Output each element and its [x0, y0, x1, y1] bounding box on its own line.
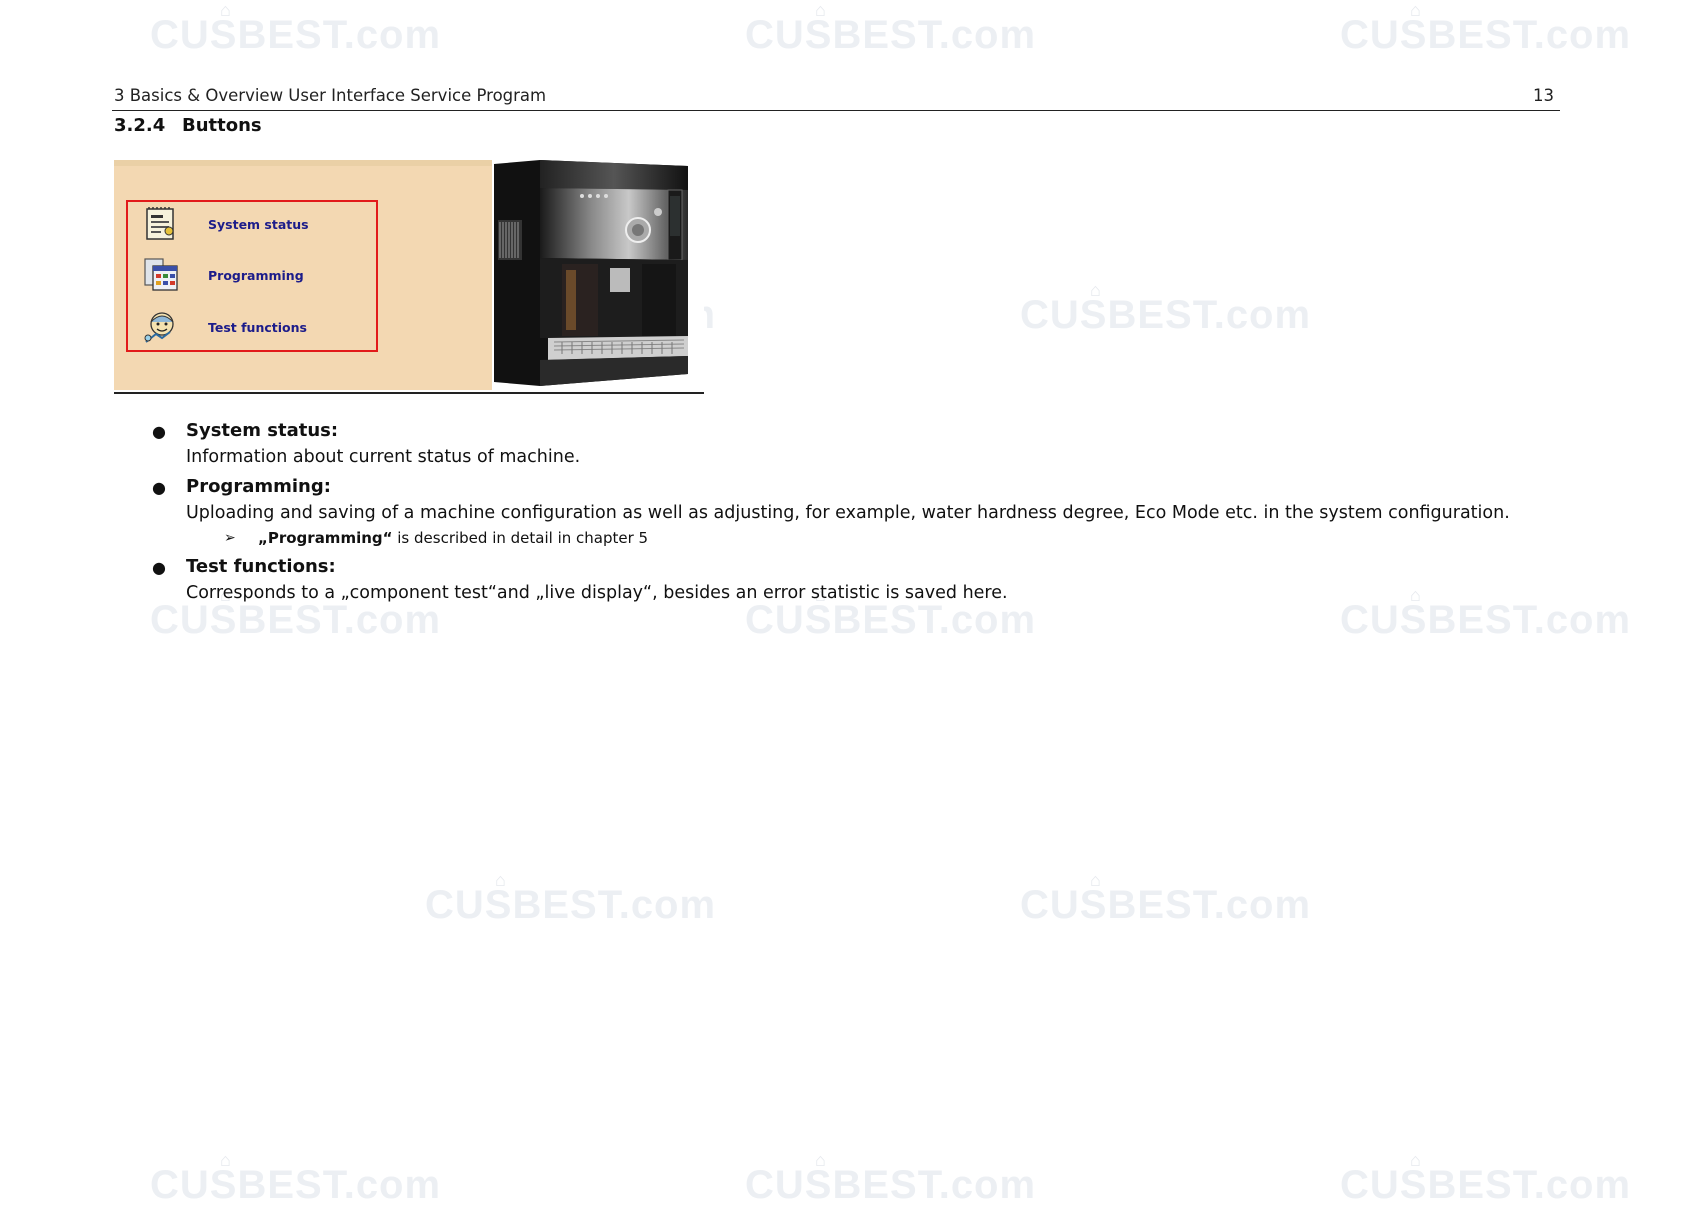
reference-text: is described in detail in chapter 5 — [392, 529, 649, 547]
arrow-bullet-icon: ➢ — [224, 530, 236, 546]
bullet-description: Information about current status of mach… — [186, 447, 581, 467]
programming-button[interactable]: Programming — [142, 256, 304, 294]
bullet-icon: ● — [152, 478, 166, 497]
watermark: ⌂CUSBEST.com — [425, 870, 717, 927]
coffee-machine-image — [492, 160, 704, 390]
bullet-term: Test functions: — [186, 556, 336, 577]
list-item: ● Programming: Uploading and saving of a… — [150, 474, 1580, 550]
watermark: ⌂CUSBEST.com — [745, 1150, 1037, 1207]
chapter-reference: „Programming“ — [258, 529, 393, 547]
bullet-term: Programming: — [186, 476, 331, 497]
system-status-label: System status — [208, 216, 309, 232]
bullet-term: System status: — [186, 420, 339, 441]
screenshot-figure: System status Programming Test functions — [114, 160, 704, 394]
section-title: Buttons — [182, 115, 262, 136]
programming-label: Programming — [208, 267, 304, 283]
header-title: 3 Basics & Overview User Interface Servi… — [114, 86, 547, 105]
bullet-icon: ● — [152, 422, 166, 441]
watermark: ⌂CUSBEST.com — [1020, 870, 1312, 927]
notepad-icon — [142, 205, 180, 243]
watermark: ⌂CUSBEST.com — [1340, 0, 1632, 57]
spreadsheet-icon — [142, 256, 180, 294]
bullet-description: Corresponds to a „component test“and „li… — [186, 583, 1008, 603]
section-number: 3.2.4 — [114, 115, 166, 136]
test-functions-button[interactable]: Test functions — [142, 308, 307, 346]
section-heading: 3.2.4 Buttons — [114, 115, 262, 136]
list-item: ● Test functions: Corresponds to a „comp… — [150, 554, 1580, 606]
watermark: ⌂CUSBEST.com — [745, 0, 1037, 57]
bullet-icon: ● — [152, 558, 166, 577]
page-number: 13 — [1533, 86, 1554, 105]
page-header: 3 Basics & Overview User Interface Servi… — [112, 86, 1560, 111]
watermark: ⌂CUSBEST.com — [150, 1150, 442, 1207]
watermark: ⌂CUSBEST.com — [150, 0, 442, 57]
watermark: ⌂CUSBEST.com — [1020, 280, 1312, 337]
bullet-list: ● System status: Information about curre… — [150, 418, 1580, 610]
menu-panel: System status Programming Test functions — [114, 160, 492, 390]
watermark: ⌂CUSBEST.com — [1340, 1150, 1632, 1207]
bullet-description: Uploading and saving of a machine config… — [186, 503, 1510, 523]
technician-icon — [142, 308, 180, 346]
sub-list-item: ➢ „Programming“ is described in detail in… — [186, 526, 1580, 550]
test-functions-label: Test functions — [208, 319, 307, 335]
list-item: ● System status: Information about curre… — [150, 418, 1580, 470]
system-status-button[interactable]: System status — [142, 205, 309, 243]
